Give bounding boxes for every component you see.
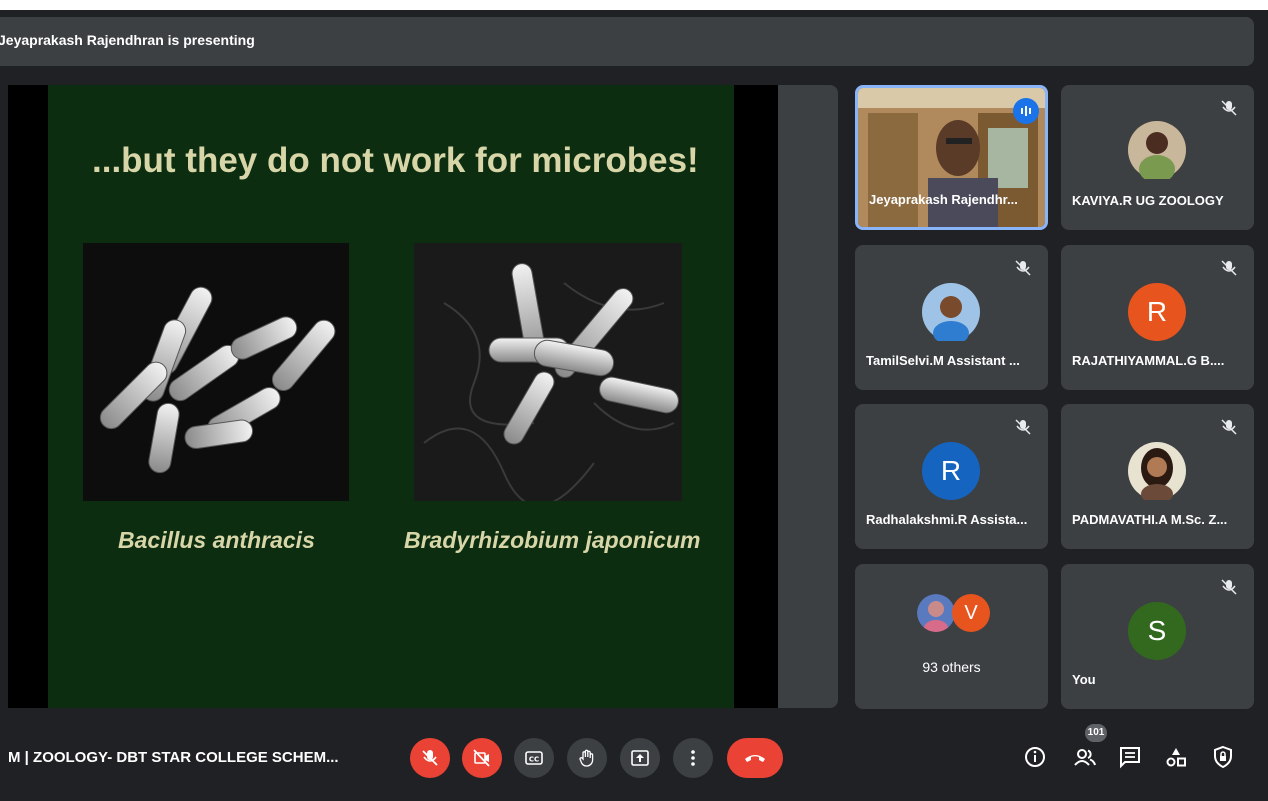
participant-avatar bbox=[922, 283, 980, 345]
bacillus-micrograph bbox=[83, 243, 349, 501]
raise-hand-icon bbox=[579, 749, 594, 767]
meeting-title[interactable]: M | ZOOLOGY- DBT STAR COLLEGE SCHEM... bbox=[8, 749, 339, 766]
participant-avatar-initial: S bbox=[1128, 602, 1186, 660]
participant-tile[interactable]: PADMAVATHI.A M.Sc. Z... bbox=[1061, 404, 1254, 549]
window-top-frame bbox=[0, 0, 1268, 10]
others-avatar-photo bbox=[917, 594, 955, 632]
end-call-icon bbox=[745, 755, 765, 762]
participant-count-badge: 101 bbox=[1085, 724, 1107, 742]
presenting-text: Jeyaprakash Rajendhran is presenting bbox=[0, 32, 255, 48]
participant-name: RAJATHIYAMMAL.G B.... bbox=[1072, 353, 1225, 368]
participant-tile[interactable]: KAVIYA.R UG ZOOLOGY bbox=[1061, 85, 1254, 230]
presenting-banner: Jeyaprakash Rajendhran is presenting bbox=[0, 17, 1254, 66]
shield-lock-icon bbox=[1214, 745, 1232, 769]
presentation-stage[interactable]: ...but they do not work for microbes! Ba… bbox=[8, 85, 838, 708]
present-icon bbox=[631, 750, 649, 766]
participant-tile-presenter[interactable]: Jeyaprakash Rajendhr... bbox=[855, 85, 1048, 230]
participant-name: Radhalakshmi.R Assista... bbox=[866, 512, 1028, 527]
participant-name: PADMAVATHI.A M.Sc. Z... bbox=[1072, 512, 1228, 527]
participant-tile-others[interactable]: V 93 others bbox=[855, 564, 1048, 709]
host-controls-button[interactable] bbox=[1210, 744, 1236, 770]
caption-bradyrhizobium: Bradyrhizobium japonicum bbox=[404, 527, 701, 553]
caption-bacillus: Bacillus anthracis bbox=[118, 527, 315, 553]
end-call-button[interactable] bbox=[727, 738, 783, 778]
activities-icon bbox=[1166, 748, 1186, 767]
bradyrhizobium-micrograph bbox=[414, 243, 682, 501]
present-button[interactable] bbox=[620, 738, 660, 778]
participant-tile[interactable]: R Radhalakshmi.R Assista... bbox=[855, 404, 1048, 549]
mic-off-icon bbox=[1218, 97, 1240, 119]
people-icon bbox=[1074, 749, 1096, 766]
participant-avatar-initial: R bbox=[922, 442, 980, 500]
speaking-indicator-icon bbox=[1013, 98, 1039, 124]
participant-tile-self[interactable]: S You bbox=[1061, 564, 1254, 709]
mic-toggle-button[interactable] bbox=[410, 738, 450, 778]
mic-off-icon bbox=[422, 750, 438, 766]
more-options-button[interactable] bbox=[673, 738, 713, 778]
participant-name: You bbox=[1072, 672, 1096, 687]
raise-hand-button[interactable] bbox=[567, 738, 607, 778]
mic-off-icon bbox=[1218, 257, 1240, 279]
participant-name: KAVIYA.R UG ZOOLOGY bbox=[1072, 193, 1224, 208]
control-bar: M | ZOOLOGY- DBT STAR COLLEGE SCHEM... C… bbox=[0, 724, 1268, 790]
others-avatar-initial: V bbox=[952, 594, 990, 632]
chat-button[interactable] bbox=[1117, 744, 1143, 770]
camera-toggle-button[interactable] bbox=[462, 738, 502, 778]
others-count-label: 93 others bbox=[922, 659, 981, 675]
mic-off-icon bbox=[1012, 257, 1034, 279]
more-vert-icon bbox=[691, 750, 695, 766]
meeting-details-button[interactable] bbox=[1022, 744, 1048, 770]
chat-icon bbox=[1120, 747, 1140, 769]
presentation-slide: ...but they do not work for microbes! Ba… bbox=[48, 85, 734, 708]
people-button[interactable] bbox=[1072, 744, 1098, 770]
slide-title: ...but they do not work for microbes! bbox=[92, 141, 699, 180]
captions-icon: CC bbox=[525, 751, 543, 765]
participant-tile[interactable]: TamilSelvi.M Assistant ... bbox=[855, 245, 1048, 390]
participant-name: TamilSelvi.M Assistant ... bbox=[866, 353, 1020, 368]
participant-name: Jeyaprakash Rajendhr... bbox=[869, 192, 1018, 207]
participant-avatar bbox=[1128, 121, 1186, 183]
svg-text:CC: CC bbox=[529, 756, 539, 764]
participant-tile[interactable]: R RAJATHIYAMMAL.G B.... bbox=[1061, 245, 1254, 390]
mic-off-icon bbox=[1012, 416, 1034, 438]
camera-off-icon bbox=[473, 749, 490, 767]
participant-avatar bbox=[1128, 442, 1186, 504]
info-icon bbox=[1025, 747, 1045, 767]
captions-button[interactable]: CC bbox=[514, 738, 554, 778]
mic-off-icon bbox=[1218, 416, 1240, 438]
activities-button[interactable] bbox=[1163, 744, 1189, 770]
participant-avatar-initial: R bbox=[1128, 283, 1186, 341]
mic-off-icon bbox=[1218, 576, 1240, 598]
